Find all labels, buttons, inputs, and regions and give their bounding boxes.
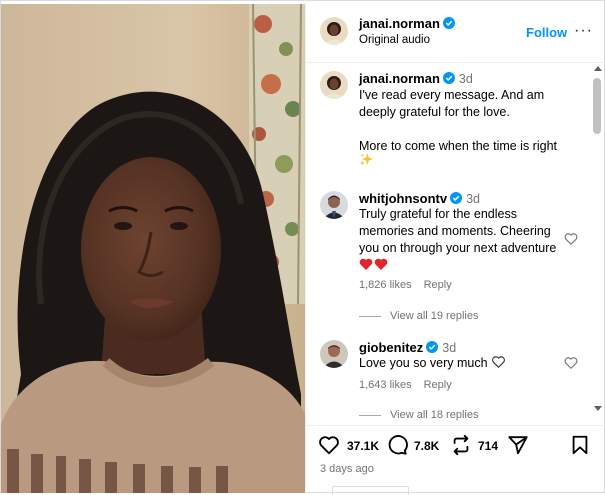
reposts-count[interactable]: 714 <box>478 439 498 453</box>
commenter-username[interactable]: giobenitez 3d <box>359 340 456 355</box>
commenter-avatar[interactable] <box>320 191 348 219</box>
scroll-down-arrow-icon[interactable] <box>594 406 602 411</box>
verified-badge-icon <box>426 341 439 353</box>
comment-text: Truly grateful for the endless memories … <box>359 206 564 274</box>
view-replies-text[interactable]: View all 18 replies <box>390 409 478 421</box>
follow-button[interactable]: Follow <box>526 25 567 40</box>
heart-icon[interactable] <box>318 434 340 456</box>
view-replies-button[interactable]: View all 19 replies <box>359 310 478 322</box>
commenter-username[interactable]: whitjohnsontv 3d <box>359 191 480 206</box>
commenter-username[interactable]: janai.norman 3d <box>359 71 473 86</box>
sparkles-emoji <box>359 152 374 166</box>
reply-button[interactable]: Reply <box>424 279 452 291</box>
video-frame-image <box>1 4 305 493</box>
share-icon[interactable] <box>507 434 529 456</box>
view-replies-text[interactable]: View all 19 replies <box>390 310 478 322</box>
comment-text: I've read every message. And am deeply g… <box>359 88 557 153</box>
comments-count[interactable]: 7.8K <box>414 439 439 453</box>
like-comment-heart-icon[interactable] <box>564 356 578 370</box>
post-side-panel: janai.norman Original audio Follow ··· j… <box>305 0 605 493</box>
red-heart-emoji <box>359 258 388 270</box>
reel-video[interactable] <box>1 4 305 493</box>
audio-label[interactable]: Original audio <box>359 34 430 46</box>
author-username[interactable]: janai.norman <box>359 16 455 31</box>
comment-time[interactable]: 3d <box>466 192 480 206</box>
white-heart-emoji <box>492 356 505 369</box>
like-comment-heart-icon[interactable] <box>564 232 578 246</box>
verified-badge-icon <box>442 17 455 29</box>
save-icon[interactable] <box>569 434 591 456</box>
comment-text-body: Truly grateful for the endless memories … <box>359 207 557 255</box>
posted-time[interactable]: 3 days ago <box>320 463 374 475</box>
commenter-avatar[interactable] <box>320 340 348 368</box>
commenter-username-text[interactable]: giobenitez <box>359 340 423 355</box>
commenter-username-text[interactable]: janai.norman <box>359 71 440 86</box>
more-options-icon[interactable]: ··· <box>574 22 593 40</box>
likes-count[interactable]: 37.1K <box>347 439 379 453</box>
comment-text: Love you so very much <box>359 355 564 372</box>
comment-likes[interactable]: 1,826 likes <box>359 279 412 291</box>
comment-input-edge[interactable] <box>332 486 409 495</box>
view-replies-button[interactable]: View all 18 replies <box>359 409 478 421</box>
verified-badge-icon <box>442 72 455 84</box>
repost-icon[interactable] <box>450 434 472 456</box>
commenter-avatar[interactable] <box>320 71 348 99</box>
comment-meta: 1,643 likes Reply <box>359 379 464 391</box>
author-avatar[interactable] <box>320 17 348 45</box>
comment-time[interactable]: 3d <box>459 72 473 86</box>
author-username-text[interactable]: janai.norman <box>359 16 440 31</box>
scrollbar-thumb[interactable] <box>593 78 601 134</box>
comment-meta: 1,826 likes Reply <box>359 279 464 291</box>
comment-likes[interactable]: 1,643 likes <box>359 379 412 391</box>
commenter-username-text[interactable]: whitjohnsontv <box>359 191 447 206</box>
comment-icon[interactable] <box>386 434 408 456</box>
comments-list: janai.norman 3d I've read every message. … <box>306 63 598 423</box>
reply-button[interactable]: Reply <box>424 379 452 391</box>
verified-badge-icon <box>450 192 463 204</box>
post-header: janai.norman Original audio Follow ··· <box>306 0 605 63</box>
comment-text-body: Love you so very much <box>359 356 488 370</box>
post-actions-bar: 37.1K 7.8K 714 3 days ago <box>306 425 605 494</box>
scroll-up-arrow-icon[interactable] <box>594 66 602 71</box>
comment-time[interactable]: 3d <box>442 341 456 355</box>
